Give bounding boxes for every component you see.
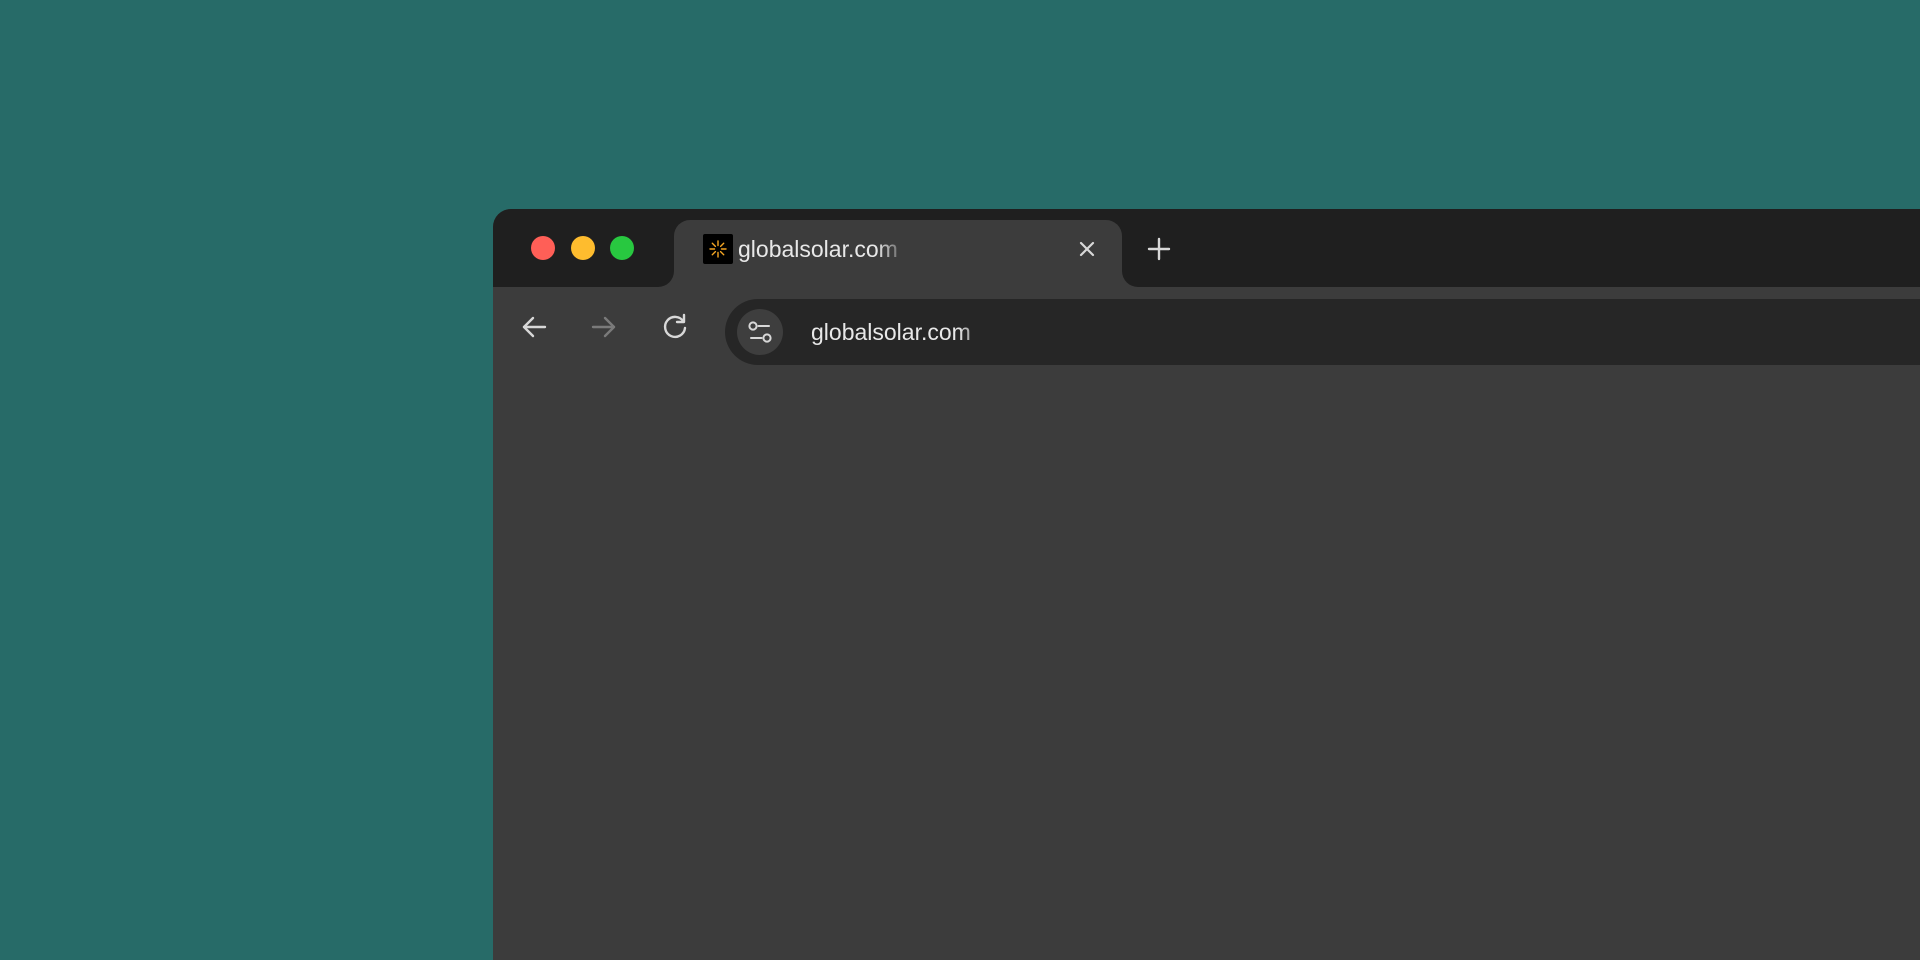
navigation-toolbar: globalsolar.com	[493, 287, 1920, 371]
arrow-right-icon	[591, 316, 616, 338]
address-bar[interactable]: globalsolar.com	[725, 299, 1920, 365]
reload-button[interactable]	[655, 307, 695, 347]
desktop: globalsolar.com globalsolar.com	[0, 0, 1920, 960]
site-info-button[interactable]	[737, 309, 783, 355]
browser-window: globalsolar.com globalsolar.com	[493, 209, 1920, 960]
arrow-left-icon	[522, 316, 547, 338]
back-button[interactable]	[514, 307, 554, 347]
forward-button[interactable]	[584, 307, 624, 347]
window-maximize-button[interactable]	[610, 236, 634, 260]
tab-strip: globalsolar.com	[493, 209, 1920, 287]
tab-title: globalsolar.com	[738, 236, 898, 262]
window-minimize-button[interactable]	[571, 236, 595, 260]
new-tab-plus-icon[interactable]	[1145, 235, 1173, 263]
tune-icon	[748, 321, 772, 343]
page-content	[493, 371, 1920, 960]
sun-logo-icon	[703, 234, 733, 264]
window-close-button[interactable]	[531, 236, 555, 260]
reload-icon	[663, 313, 687, 339]
address-bar-url[interactable]: globalsolar.com	[811, 317, 991, 347]
tab-close-icon[interactable]	[1075, 237, 1099, 261]
